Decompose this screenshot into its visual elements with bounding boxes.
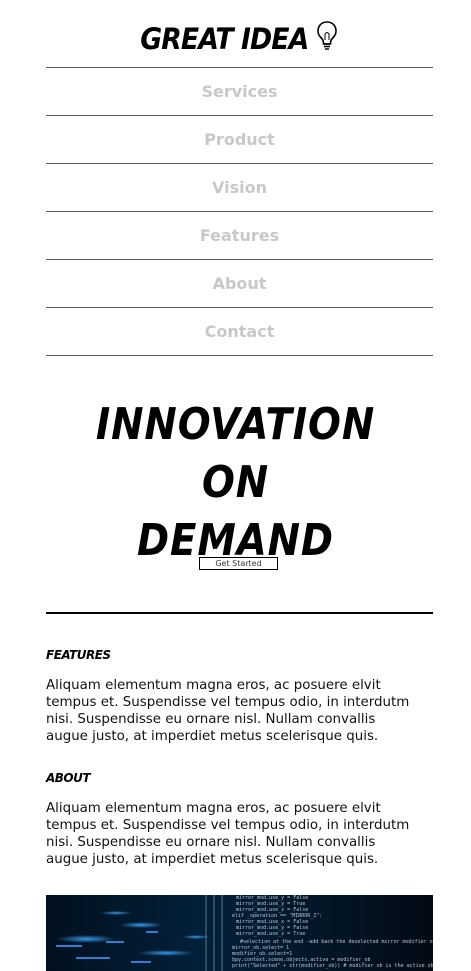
site-logo[interactable]: GREAT IDEA	[0, 20, 471, 57]
hero-line-1: INNOVATION	[95, 399, 376, 450]
section-divider	[46, 612, 433, 614]
get-started-button[interactable]: Get Started	[199, 557, 278, 570]
nav-item-services[interactable]: Services	[46, 68, 433, 116]
about-body: Aliquam elementum magna eros, ac posuere…	[46, 801, 410, 867]
nav-item-contact[interactable]: Contact	[46, 308, 433, 356]
nav-item-vision[interactable]: Vision	[46, 164, 433, 212]
nav-item-features[interactable]: Features	[46, 212, 433, 260]
nav-item-about[interactable]: About	[46, 260, 433, 308]
svg-text:mirror_mod.use_z = True: mirror_mod.use_z = True	[236, 931, 305, 937]
about-title: ABOUT	[46, 771, 91, 785]
nav-item-product[interactable]: Product	[46, 116, 433, 164]
features-title: FEATURES	[46, 648, 111, 662]
hero-line-2: ON	[201, 457, 270, 508]
logo-text: GREAT IDEA	[140, 21, 309, 56]
page: GREAT IDEA Services Product Vision Featu…	[0, 0, 471, 971]
code-screenshot-image: mirror_mod.use_y = False mirror_mod.use_…	[46, 895, 433, 971]
lightbulb-icon	[316, 20, 338, 57]
main-nav: Services Product Vision Features About C…	[46, 67, 433, 356]
hero-heading: INNOVATION ON DEMAND	[0, 396, 471, 570]
features-body: Aliquam elementum magna eros, ac posuere…	[46, 678, 410, 744]
svg-text:print("Selected" + str(modifie: print("Selected" + str(modifier_ob)) # m…	[232, 963, 433, 969]
